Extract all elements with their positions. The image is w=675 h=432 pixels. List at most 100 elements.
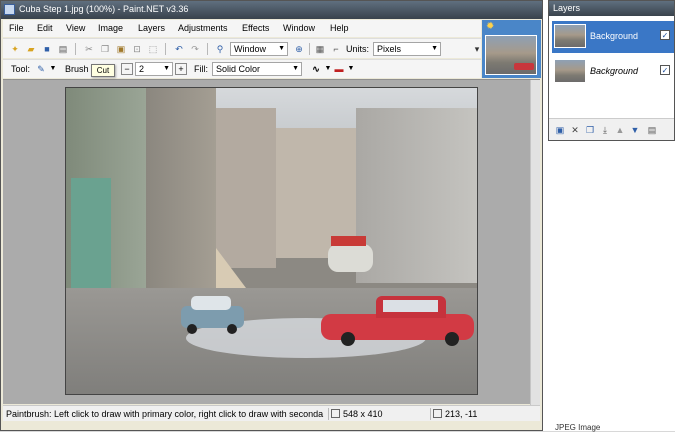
merge-down-icon[interactable]: ⤓ (599, 124, 611, 136)
layer-row[interactable]: Background ✓ (552, 21, 674, 53)
cursor-position-value: 213, -11 (445, 409, 478, 419)
fill-combo[interactable]: Solid Color ▼ (212, 62, 302, 76)
open-folder-icon[interactable]: ▰ (25, 43, 37, 55)
menu-bar: File Edit View Image Layers Adjustments … (3, 20, 481, 37)
photo-building-green (71, 178, 111, 288)
menu-window[interactable]: Window (283, 23, 315, 33)
layer-name: Background (590, 31, 639, 41)
photo-blue-car (181, 294, 246, 339)
unsaved-star-icon: ✹ (486, 21, 495, 32)
save-icon[interactable]: ■ (41, 43, 53, 55)
menu-file[interactable]: File (9, 23, 24, 33)
brush-label: Brush (65, 64, 89, 74)
zoom-in-icon[interactable]: ⊕ (293, 43, 305, 55)
layers-toolbar: ▣ ✕ ❐ ⤓ ▲ ▼ ▤ (549, 118, 674, 140)
grid-icon[interactable]: ▦ (314, 43, 326, 55)
antialiasing-icon[interactable]: ∿ (310, 63, 322, 75)
chevron-down-icon: ▼ (431, 45, 438, 52)
menu-edit[interactable]: Edit (37, 23, 53, 33)
chevron-down-icon[interactable]: ▼ (345, 63, 357, 75)
chevron-down-icon[interactable]: ▼ (47, 63, 59, 75)
zoom-combo-value: Window (234, 44, 267, 54)
layer-properties-icon[interactable]: ▤ (646, 124, 658, 136)
units-combo[interactable]: Pixels ▼ (373, 42, 441, 56)
layer-thumbnail (554, 59, 586, 83)
move-down-icon[interactable]: ▼ (629, 124, 641, 136)
brush-width-value: 2 (139, 64, 145, 74)
image-size-icon (331, 409, 340, 418)
main-toolbar: ✦ ▰ ■ ▤ ✂ ❐ ▣ ⊡ ⬚ ↶ ↷ ⚲ Window ▼ ⊕ ▦ ⌐ U… (3, 38, 481, 58)
copy-icon[interactable]: ❐ (99, 43, 111, 55)
main-window: Cuba Step 1.jpg (100%) - Paint.NET v3.36… (0, 0, 543, 431)
cursor-position-icon (433, 409, 442, 418)
toolbar-separator (165, 43, 166, 55)
menu-adjustments[interactable]: Adjustments (178, 23, 228, 33)
title-bar[interactable]: Cuba Step 1.jpg (100%) - Paint.NET v3.36 (1, 1, 542, 19)
move-up-icon[interactable]: ▲ (614, 124, 626, 136)
status-message: Paintbrush: Left click to draw with prim… (6, 409, 324, 419)
image-thumbnail[interactable] (485, 35, 537, 75)
zoom-combo[interactable]: Window ▼ (230, 42, 288, 56)
zoom-icon[interactable]: ⚲ (214, 43, 226, 55)
canvas-area[interactable] (3, 79, 540, 405)
menu-effects[interactable]: Effects (242, 23, 269, 33)
menu-help[interactable]: Help (330, 23, 349, 33)
redo-icon[interactable]: ↷ (189, 43, 201, 55)
crop-icon[interactable]: ⊡ (131, 43, 143, 55)
status-image-size: 548 x 410 (331, 409, 383, 419)
status-bar: Paintbrush: Left click to draw with prim… (3, 405, 540, 421)
fill-label: Fill: (194, 64, 208, 74)
new-file-icon[interactable]: ✦ (9, 43, 21, 55)
chevron-down-icon: ▼ (292, 65, 299, 72)
photo-tanker-truck (328, 236, 373, 286)
tooltip: Cut (91, 64, 115, 77)
status-divider (430, 408, 431, 420)
layer-visibility-checkbox[interactable]: ✓ (660, 65, 670, 75)
status-divider (328, 408, 329, 420)
blend-mode-icon[interactable]: ▬ (333, 63, 345, 75)
fill-combo-value: Solid Color (216, 64, 261, 74)
paste-icon[interactable]: ▣ (115, 43, 127, 55)
toolbar-separator (207, 43, 208, 55)
print-icon[interactable]: ▤ (57, 43, 69, 55)
layer-visibility-checkbox[interactable]: ✓ (660, 30, 670, 40)
toolbar-separator (75, 43, 76, 55)
deselect-icon[interactable]: ⬚ (147, 43, 159, 55)
status-cursor-position: 213, -11 (433, 409, 477, 419)
image-size-value: 548 x 410 (343, 409, 383, 419)
layers-title[interactable]: Layers (549, 1, 674, 16)
decrease-width-button[interactable]: − (121, 63, 133, 75)
menu-view[interactable]: View (66, 23, 85, 33)
chevron-down-icon: ▼ (278, 45, 285, 52)
photo-building-right (356, 108, 477, 283)
add-layer-icon[interactable]: ▣ (554, 124, 566, 136)
window-title: Cuba Step 1.jpg (100%) - Paint.NET v3.36 (19, 4, 189, 14)
image-canvas[interactable] (65, 87, 478, 395)
toolbar-separator (309, 43, 310, 55)
layers-window: Layers Background ✓ Background ✓ ▣ ✕ ❐ ⤓… (548, 0, 675, 141)
rulers-icon[interactable]: ⌐ (330, 43, 342, 55)
units-label: Units: (346, 44, 370, 54)
chevron-down-icon: ▼ (163, 65, 170, 72)
menu-layers[interactable]: Layers (138, 23, 165, 33)
duplicate-layer-icon[interactable]: ❐ (584, 124, 596, 136)
image-thumbnail-panel[interactable]: ✹ (482, 20, 541, 78)
tool-options-bar: Tool: ✎ ▼ Brush − 2 ▼ + Fill: Solid Colo… (3, 59, 481, 78)
tool-label: Tool: (11, 64, 31, 74)
units-combo-value: Pixels (377, 44, 402, 54)
layer-row[interactable]: Background ✓ (552, 56, 674, 88)
paintbrush-icon[interactable]: ✎ (35, 63, 47, 75)
brush-width-combo[interactable]: 2 ▼ (135, 62, 173, 76)
vertical-scrollbar[interactable] (530, 80, 540, 405)
layer-thumbnail (554, 24, 586, 48)
increase-width-button[interactable]: + (175, 63, 187, 75)
cut-icon[interactable]: ✂ (83, 43, 95, 55)
app-icon (4, 4, 15, 15)
menu-image[interactable]: Image (98, 23, 123, 33)
photo-building-center (216, 108, 276, 268)
undo-icon[interactable]: ↶ (173, 43, 185, 55)
layer-name: Background (590, 66, 639, 76)
delete-layer-icon[interactable]: ✕ (569, 124, 581, 136)
photo-red-car (321, 296, 476, 346)
photo-building-mid-left (146, 88, 216, 288)
